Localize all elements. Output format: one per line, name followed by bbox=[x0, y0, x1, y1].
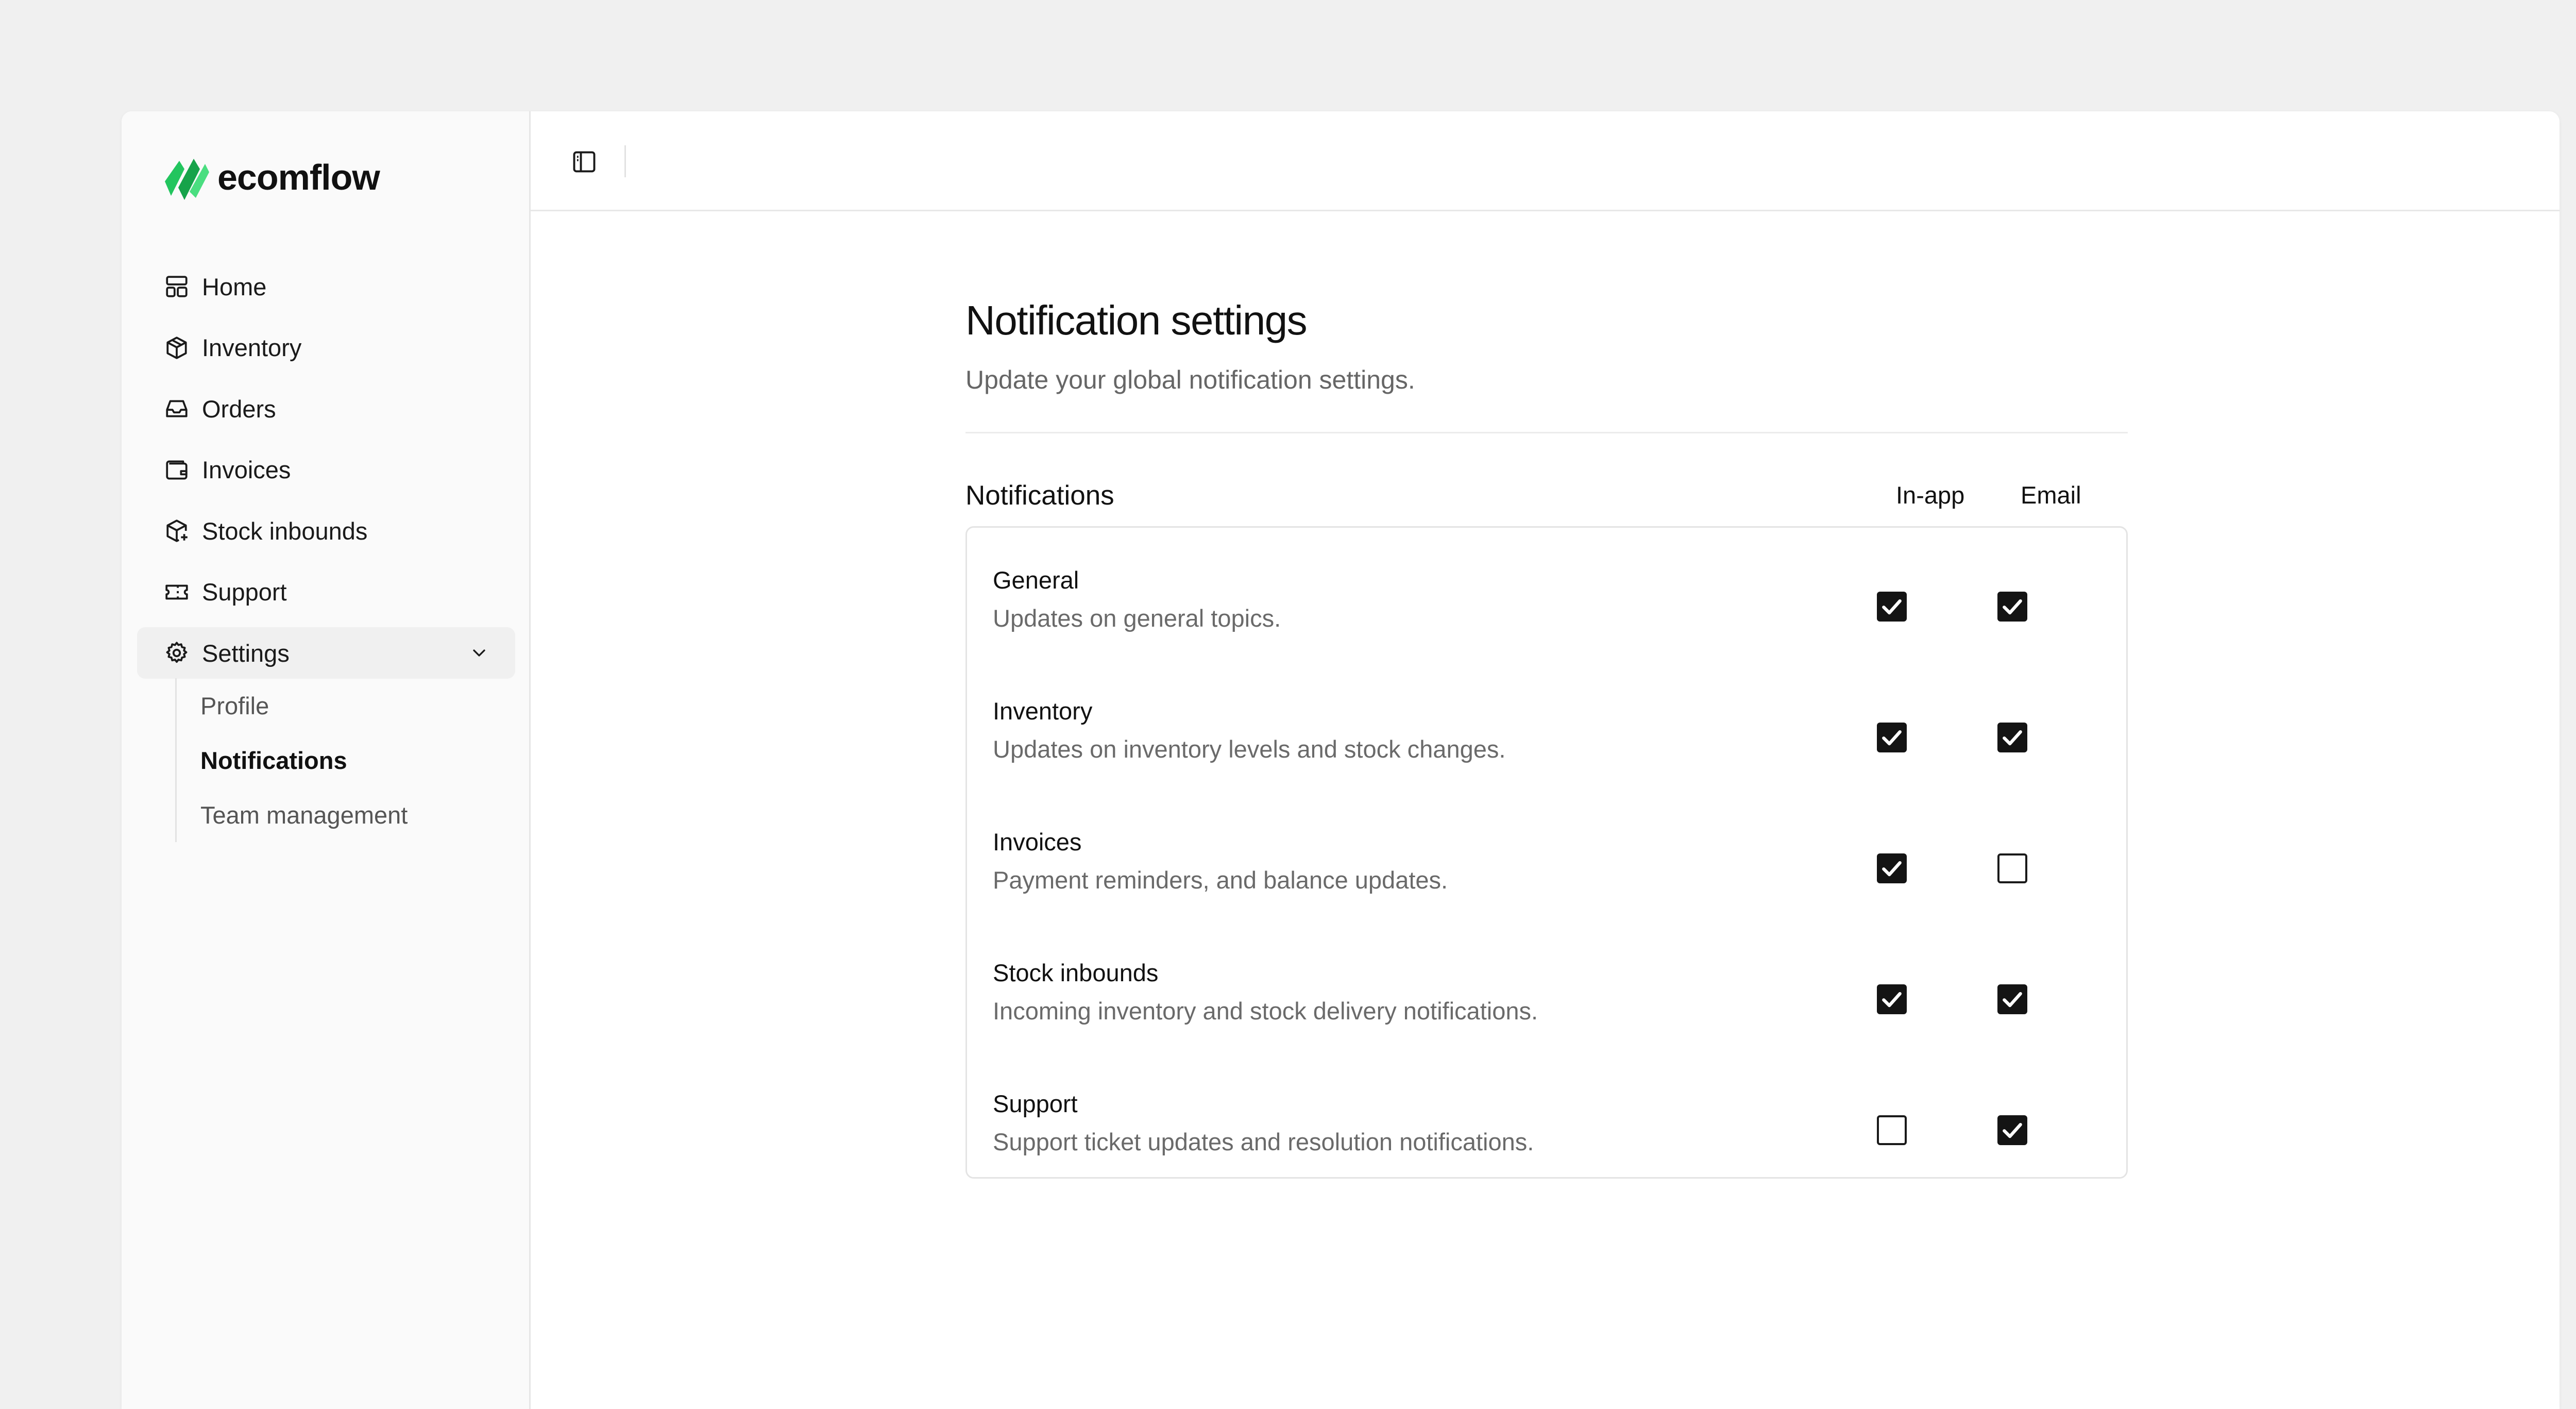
sidebar-item-stock-inbounds[interactable]: Stock inbounds bbox=[137, 505, 515, 557]
subnav-item-profile[interactable]: Profile bbox=[200, 678, 408, 733]
subnav-item-notifications[interactable]: Notifications bbox=[200, 733, 408, 787]
support-email-checkbox[interactable] bbox=[1997, 1115, 2027, 1145]
table-row: Stock inbounds Incoming inventory and sto… bbox=[993, 959, 2126, 1072]
settings-subnav: Profile Notifications Team management bbox=[175, 678, 408, 842]
table-title: Notifications bbox=[965, 480, 1114, 511]
row-description: Incoming inventory and stock delivery no… bbox=[993, 997, 1538, 1025]
section-divider bbox=[965, 432, 2128, 433]
sidebar-nav: Home Inventory Orders Invoices Stock inb… bbox=[137, 261, 515, 689]
sidebar-item-label: Invoices bbox=[202, 456, 291, 483]
row-title: Inventory bbox=[993, 697, 1093, 725]
brand-name: ecomflow bbox=[217, 157, 380, 197]
inbox-icon bbox=[164, 396, 190, 422]
row-description: Support ticket updates and resolution no… bbox=[993, 1128, 1534, 1155]
main-content: Notification settings Update your global… bbox=[965, 297, 2128, 1179]
sidebar-item-home[interactable]: Home bbox=[137, 261, 515, 312]
support-in-app-checkbox[interactable] bbox=[1877, 1115, 1907, 1145]
invoices-email-checkbox[interactable] bbox=[1997, 853, 2027, 883]
ticket-icon bbox=[164, 579, 190, 605]
sidebar-item-label: Support bbox=[202, 578, 287, 606]
sidebar-item-label: Stock inbounds bbox=[202, 517, 368, 545]
row-description: Updates on inventory levels and stock ch… bbox=[993, 735, 1506, 763]
table-row: Inventory Updates on inventory levels and… bbox=[993, 697, 2126, 810]
page-subtitle: Update your global notification settings… bbox=[965, 365, 1415, 394]
sidebar-item-inventory[interactable]: Inventory bbox=[137, 322, 515, 374]
chevron-down-icon[interactable] bbox=[469, 643, 489, 663]
invoices-in-app-checkbox[interactable] bbox=[1877, 853, 1907, 883]
row-title: Invoices bbox=[993, 828, 1082, 856]
general-in-app-checkbox[interactable] bbox=[1877, 592, 1907, 622]
package-plus-icon bbox=[164, 518, 190, 544]
stock-inbounds-in-app-checkbox[interactable] bbox=[1877, 984, 1907, 1014]
topbar-divider bbox=[624, 145, 626, 177]
app-window: ecomflow Home Inventory Orders Invoices … bbox=[122, 111, 2560, 1409]
package-icon bbox=[164, 335, 190, 361]
sidebar-item-label: Inventory bbox=[202, 334, 302, 361]
row-title: General bbox=[993, 566, 1079, 594]
table-row: Support Support ticket updates and resolu… bbox=[993, 1089, 2126, 1203]
row-description: Updates on general topics. bbox=[993, 605, 1281, 632]
sidebar: ecomflow Home Inventory Orders Invoices … bbox=[122, 111, 531, 1409]
notifications-table-header: Notifications In-app Email bbox=[965, 454, 2128, 526]
sidebar-item-label: Orders bbox=[202, 395, 276, 423]
sidebar-item-support[interactable]: Support bbox=[137, 566, 515, 618]
table-row: Invoices Payment reminders, and balance u… bbox=[993, 828, 2126, 941]
column-header-email: Email bbox=[2021, 481, 2081, 509]
table-row: General Updates on general topics. bbox=[993, 566, 2126, 679]
sidebar-toggle-icon[interactable] bbox=[571, 148, 598, 175]
subnav-item-team-management[interactable]: Team management bbox=[200, 787, 408, 842]
sidebar-item-settings[interactable]: Settings bbox=[137, 627, 515, 679]
row-description: Payment reminders, and balance updates. bbox=[993, 866, 1448, 894]
row-title: Support bbox=[993, 1090, 1078, 1117]
home-layout-icon bbox=[164, 274, 190, 299]
sidebar-item-invoices[interactable]: Invoices bbox=[137, 444, 515, 496]
notifications-table: General Updates on general topics. Invento… bbox=[965, 526, 2128, 1179]
gear-icon bbox=[164, 640, 190, 666]
stock-inbounds-email-checkbox[interactable] bbox=[1997, 984, 2027, 1014]
sidebar-item-orders[interactable]: Orders bbox=[137, 383, 515, 434]
inventory-in-app-checkbox[interactable] bbox=[1877, 723, 1907, 752]
row-title: Stock inbounds bbox=[993, 959, 1159, 986]
page-title: Notification settings bbox=[965, 297, 1308, 343]
column-header-in-app: In-app bbox=[1896, 481, 1965, 509]
general-email-checkbox[interactable] bbox=[1997, 592, 2027, 622]
brand-logo[interactable]: ecomflow bbox=[164, 152, 380, 203]
sidebar-item-label: Home bbox=[202, 273, 267, 300]
ecomflow-logo-icon bbox=[165, 159, 209, 200]
inventory-email-checkbox[interactable] bbox=[1997, 723, 2027, 752]
wallet-icon bbox=[164, 457, 190, 483]
topbar bbox=[531, 111, 2560, 211]
sidebar-item-label: Settings bbox=[202, 639, 290, 667]
